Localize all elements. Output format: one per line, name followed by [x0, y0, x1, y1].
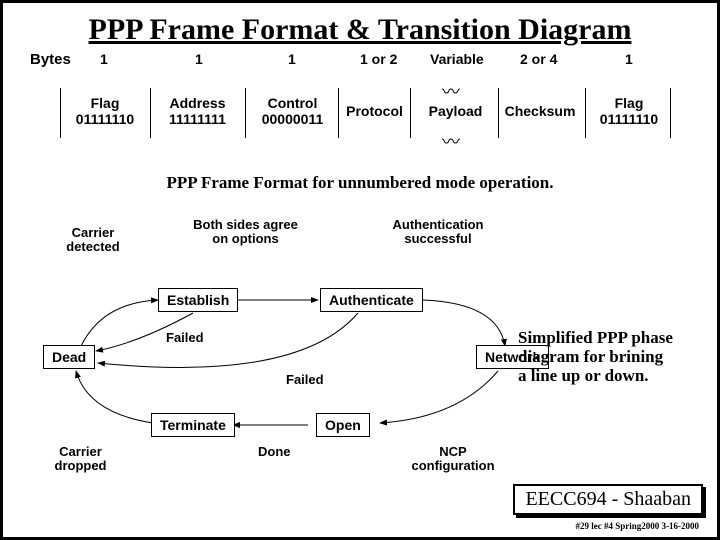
- state-open: Open: [316, 413, 370, 437]
- footer-metadata: #29 lec #4 Spring2000 3-16-2000: [576, 521, 700, 531]
- state-establish: Establish: [158, 288, 238, 312]
- field-4: Payload: [418, 103, 493, 119]
- bytes-label: Bytes: [30, 51, 71, 68]
- state-authenticate: Authenticate: [320, 288, 423, 312]
- label-failed1: Failed: [166, 331, 204, 345]
- footer-course: EECC694 - Shaaban: [513, 484, 703, 515]
- field-5: Checksum: [500, 103, 580, 119]
- field-bytes-2: 1: [288, 51, 296, 67]
- field-bytes-0: 1: [100, 51, 108, 67]
- label-carrier-detected: Carrier detected: [58, 226, 128, 254]
- field-6: Flag 01111110: [590, 95, 668, 127]
- field-1: Address 11111111: [155, 95, 240, 127]
- slide-frame: PPP Frame Format & Transition Diagram By…: [0, 0, 720, 540]
- label-ncp: NCP configuration: [408, 445, 498, 473]
- frame-caption: PPP Frame Format for unnumbered mode ope…: [3, 173, 717, 193]
- ppp-state-diagram: Dead Establish Authenticate Network Open…: [38, 223, 688, 483]
- state-caption: Simplified PPP phase diagram for brining…: [518, 328, 673, 385]
- field-bytes-3: 1 or 2: [360, 51, 397, 67]
- field-bytes-5: 2 or 4: [520, 51, 557, 67]
- state-terminate: Terminate: [151, 413, 235, 437]
- label-failed2: Failed: [286, 373, 324, 387]
- field-bytes-1: 1: [195, 51, 203, 67]
- field-bytes-6: 1: [625, 51, 633, 67]
- field-2: Control 00000011: [250, 95, 335, 127]
- label-carrier-dropped: Carrier dropped: [48, 445, 113, 473]
- state-dead: Dead: [43, 345, 95, 369]
- break-mark-icon: 〰: [442, 78, 460, 104]
- label-done: Done: [258, 445, 291, 459]
- break-mark-icon: 〰: [442, 128, 460, 154]
- slide-title: PPP Frame Format & Transition Diagram: [3, 13, 717, 47]
- label-both-sides: Both sides agree on options: [193, 218, 298, 246]
- field-bytes-4: Variable: [430, 51, 484, 67]
- label-auth-success: Authentication successful: [388, 218, 488, 246]
- ppp-frame-format: Bytes 1 1 1 1 or 2 Variable 2 or 4 1 Fla…: [30, 51, 690, 171]
- field-3: Protocol: [342, 103, 407, 119]
- field-0: Flag 01111110: [65, 95, 145, 127]
